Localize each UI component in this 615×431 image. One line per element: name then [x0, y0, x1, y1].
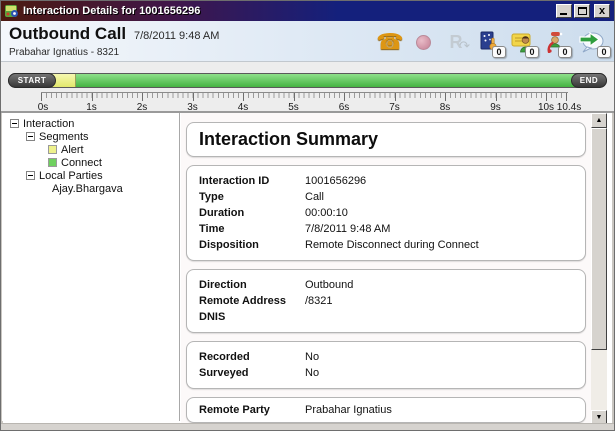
summary-section-remote-party: Remote Party Prabahar Ignatius: [186, 397, 586, 423]
scroll-up-button[interactable]: ▲: [591, 113, 607, 128]
tree-item-label: Connect: [61, 157, 102, 169]
vertical-scrollbar[interactable]: ▲ ▼: [591, 113, 607, 425]
field-row: Time 7/8/2011 9:48 AM: [199, 221, 573, 237]
field-value: No: [305, 365, 573, 381]
call-header: Outbound Call 7/8/2011 9:48 AM Prabahar …: [1, 21, 614, 62]
field-row: Recorded No: [199, 349, 573, 365]
call-type-title: Outbound Call: [9, 24, 126, 44]
field-row: Disposition Remote Disconnect during Con…: [199, 237, 573, 253]
timeline-strip: START END 0s 1s 2s 3s 4s 5s 6s 7s 8s 9s: [1, 62, 614, 112]
field-value: Remote Disconnect during Connect: [305, 237, 573, 253]
field-value: 00:00:10: [305, 205, 573, 221]
notes-count-badge: 0: [525, 46, 539, 58]
collapse-icon[interactable]: [26, 132, 35, 141]
tree-item-label: Interaction: [23, 118, 74, 130]
summary-title: Interaction Summary: [199, 129, 378, 149]
call-button[interactable]: ☎: [378, 28, 402, 56]
field-row: Remote Address /8321: [199, 293, 573, 309]
review-button[interactable]: R ↷: [444, 28, 468, 56]
record-icon: [416, 35, 431, 50]
field-row: Direction Outbound: [199, 277, 573, 293]
arrow-down-icon: ▼: [596, 414, 603, 421]
call-timestamp: 7/8/2011 9:48 AM: [134, 30, 219, 42]
field-value: /8321: [305, 293, 573, 309]
review-arrow-icon: ↷: [459, 38, 470, 54]
close-button[interactable]: x: [594, 4, 610, 18]
coach-count-badge: 0: [558, 46, 572, 58]
tree-item-segments[interactable]: Segments: [2, 130, 179, 143]
field-label: DNIS: [199, 309, 305, 325]
call-toolbar: ☎ R ↷ 0: [378, 25, 606, 59]
tree-item-label: Alert: [61, 144, 84, 156]
field-value: Outbound: [305, 277, 573, 293]
attributes-button[interactable]: 0: [477, 28, 501, 56]
field-row: Surveyed No: [199, 365, 573, 381]
interaction-tree: Interaction Segments Alert Connect Local…: [2, 113, 180, 421]
field-value: Call: [305, 189, 573, 205]
summary-section-recorded: Recorded No Surveyed No: [186, 341, 586, 389]
collapse-icon[interactable]: [26, 171, 35, 180]
scrollbar-thumb[interactable]: [591, 128, 607, 350]
app-icon: [5, 4, 19, 18]
field-label: Time: [199, 221, 305, 237]
arrow-up-icon: ▲: [596, 117, 603, 124]
tree-item-interaction[interactable]: Interaction: [2, 117, 179, 130]
caller-line: Prabahar Ignatius - 8321: [9, 47, 119, 58]
notes-button[interactable]: 0: [510, 28, 534, 56]
coach-button[interactable]: 0: [543, 28, 567, 56]
field-value: 7/8/2011 9:48 AM: [305, 221, 573, 237]
tree-item-label: Local Parties: [39, 170, 103, 182]
attributes-count-badge: 0: [492, 46, 506, 58]
phone-icon: ☎: [376, 31, 403, 53]
responses-button[interactable]: 0: [576, 28, 606, 56]
close-icon: x: [595, 5, 609, 17]
field-label: Interaction ID: [199, 173, 305, 189]
summary-title-box: Interaction Summary: [186, 122, 586, 157]
alert-segment-swatch-icon: [48, 145, 57, 154]
field-label: Duration: [199, 205, 305, 221]
field-label: Type: [199, 189, 305, 205]
field-row: DNIS: [199, 309, 573, 325]
field-label: Disposition: [199, 237, 305, 253]
tree-item-connect[interactable]: Connect: [2, 156, 179, 169]
timeline-ruler: 0s 1s 2s 3s 4s 5s 6s 7s 8s 9s 10s 10.4s: [41, 92, 568, 98]
summary-section-general: Interaction ID 1001656296 Type Call Dura…: [186, 165, 586, 261]
maximize-button[interactable]: [574, 4, 590, 18]
tree-item-local-parties[interactable]: Local Parties: [2, 169, 179, 182]
summary-section-direction: Direction Outbound Remote Address /8321 …: [186, 269, 586, 333]
field-value: 1001656296: [305, 173, 573, 189]
field-row: Remote Party Prabahar Ignatius: [199, 402, 573, 418]
field-label: Remote Address: [199, 293, 305, 309]
field-row: Interaction ID 1001656296: [199, 173, 573, 189]
collapse-icon[interactable]: [10, 119, 19, 128]
minimize-button[interactable]: [556, 4, 572, 18]
maximize-icon: [578, 7, 587, 15]
record-button[interactable]: [411, 28, 435, 56]
tree-item-label: Segments: [39, 131, 89, 143]
field-value: No: [305, 349, 573, 365]
field-row: Duration 00:00:10: [199, 205, 573, 221]
field-label: Recorded: [199, 349, 305, 365]
title-bar: Interaction Details for 1001656296 x: [1, 1, 614, 21]
window-bottom-frame: [1, 423, 614, 430]
timeline-bar[interactable]: START END: [8, 73, 607, 88]
tree-item-party[interactable]: Ajay.Bhargava: [2, 182, 179, 195]
field-label: Direction: [199, 277, 305, 293]
connect-segment-swatch-icon: [48, 158, 57, 167]
interaction-summary-panel: Interaction Summary Interaction ID 10016…: [181, 113, 591, 423]
field-row: Type Call: [199, 189, 573, 205]
timeline-end-handle[interactable]: END: [571, 73, 607, 88]
tree-item-alert[interactable]: Alert: [2, 143, 179, 156]
timeline-start-handle[interactable]: START: [8, 73, 56, 88]
field-label: Remote Party: [199, 402, 305, 418]
field-label: Surveyed: [199, 365, 305, 381]
tree-item-label: Ajay.Bhargava: [52, 183, 123, 195]
minimize-icon: [560, 13, 567, 15]
interaction-details-window: Interaction Details for 1001656296 x Out…: [0, 0, 615, 431]
field-value: [305, 309, 573, 325]
responses-count-badge: 0: [597, 46, 611, 58]
field-value: Prabahar Ignatius: [305, 402, 573, 418]
window-title: Interaction Details for 1001656296: [23, 5, 554, 17]
